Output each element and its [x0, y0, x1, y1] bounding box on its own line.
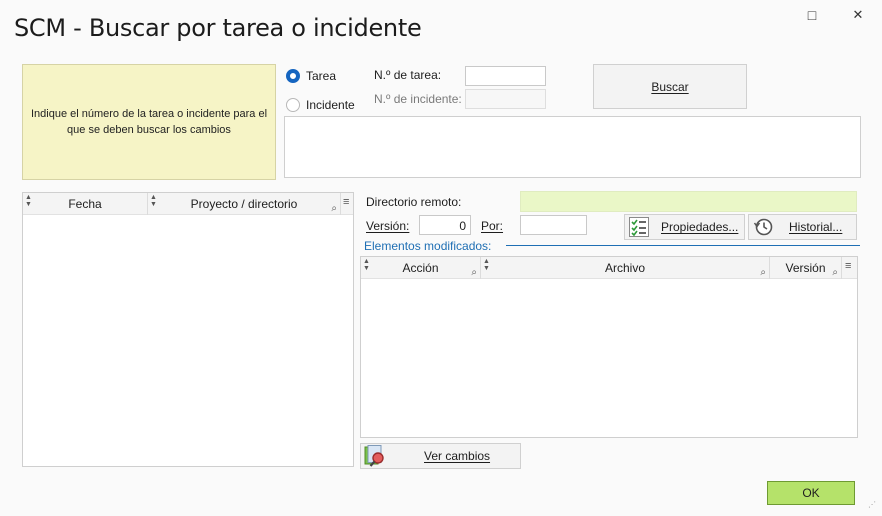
close-icon: ✕	[852, 7, 864, 22]
window-title: SCM - Buscar por tarea o incidente	[14, 14, 422, 42]
maximize-button[interactable]: □	[800, 3, 824, 27]
by-label: Por:	[481, 219, 504, 233]
column-header-proyecto[interactable]: ▲ ▼ Proyecto / directorio ⌕	[148, 193, 341, 215]
incident-radio-option[interactable]: Incidente	[286, 98, 355, 112]
maximize-icon: □	[807, 7, 817, 23]
projects-grid[interactable]: ▲ ▼ Fecha ▲ ▼ Proyecto / directorio ⌕ ≡	[22, 192, 354, 467]
task-number-input[interactable]	[465, 66, 546, 86]
view-changes-button[interactable]: Ver cambios	[360, 443, 521, 469]
column-label: Acción	[402, 261, 439, 275]
column-label: Archivo	[604, 261, 645, 275]
properties-list-icon	[629, 217, 649, 237]
sort-icon: ▲ ▼	[483, 258, 490, 272]
sort-icon: ▲ ▼	[25, 194, 32, 208]
history-button[interactable]: Historial...	[748, 214, 857, 240]
modified-elements-label: Elementos modificados:	[364, 239, 492, 253]
column-header-version[interactable]: Versión ⌕	[770, 257, 842, 279]
column-menu-icon[interactable]: ≡	[845, 260, 851, 272]
task-radio[interactable]	[286, 69, 300, 83]
help-text: Indique el número de la tarea o incident…	[30, 108, 268, 136]
projects-grid-header: ▲ ▼ Fecha ▲ ▼ Proyecto / directorio ⌕ ≡	[23, 193, 353, 215]
close-button[interactable]: ✕	[846, 3, 870, 27]
search-button[interactable]: Buscar	[593, 64, 747, 109]
column-label: Versión	[785, 261, 826, 275]
task-number-label: N.º de tarea:	[374, 68, 442, 82]
filter-search-icon[interactable]: ⌕	[331, 203, 337, 214]
task-radio-option[interactable]: Tarea	[286, 69, 336, 83]
help-panel: Indique el número de la tarea o incident…	[22, 64, 276, 180]
column-label: Fecha	[68, 197, 102, 211]
resize-grip[interactable]: ⋰	[868, 501, 878, 512]
column-header-archivo[interactable]: ▲ ▼ Archivo ⌕	[481, 257, 770, 279]
incident-number-label: N.º de incidente:	[374, 92, 462, 106]
task-radio-label: Tarea	[306, 69, 337, 83]
sort-icon: ▲ ▼	[150, 194, 157, 208]
remote-dir-value	[520, 191, 857, 212]
incident-radio[interactable]	[286, 98, 300, 112]
properties-button-label: Propiedades...	[661, 220, 739, 234]
modified-grid-header: ▲ ▼ Acción ⌕ ▲ ▼ Archivo ⌕ Versión ⌕ ≡	[361, 257, 857, 279]
properties-button[interactable]: Propiedades...	[624, 214, 745, 240]
version-input[interactable]: 0	[419, 215, 471, 235]
modified-elements-grid[interactable]: ▲ ▼ Acción ⌕ ▲ ▼ Archivo ⌕ Versión ⌕ ≡	[360, 256, 858, 438]
view-changes-label: Ver cambios	[424, 449, 491, 463]
sort-icon: ▲ ▼	[363, 258, 370, 272]
history-button-label: Historial...	[789, 220, 843, 234]
filter-search-icon[interactable]: ⌕	[832, 267, 838, 278]
view-changes-icon	[364, 445, 386, 467]
filter-search-icon[interactable]: ⌕	[471, 267, 477, 278]
filter-search-icon[interactable]: ⌕	[760, 267, 766, 278]
version-label: Versión:	[366, 219, 410, 233]
incident-radio-label: Incidente	[306, 98, 355, 112]
description-area	[284, 116, 861, 178]
by-input[interactable]	[520, 215, 587, 235]
column-menu-icon[interactable]: ≡	[343, 196, 349, 208]
history-clock-icon	[753, 217, 773, 237]
remote-dir-label: Directorio remoto:	[366, 195, 462, 209]
incident-number-input[interactable]	[465, 89, 546, 109]
column-header-accion[interactable]: ▲ ▼ Acción ⌕	[361, 257, 481, 279]
column-label: Proyecto / directorio	[190, 197, 298, 211]
column-header-fecha[interactable]: ▲ ▼ Fecha	[23, 193, 148, 215]
ok-button[interactable]: OK	[767, 481, 855, 505]
section-divider	[506, 245, 860, 246]
